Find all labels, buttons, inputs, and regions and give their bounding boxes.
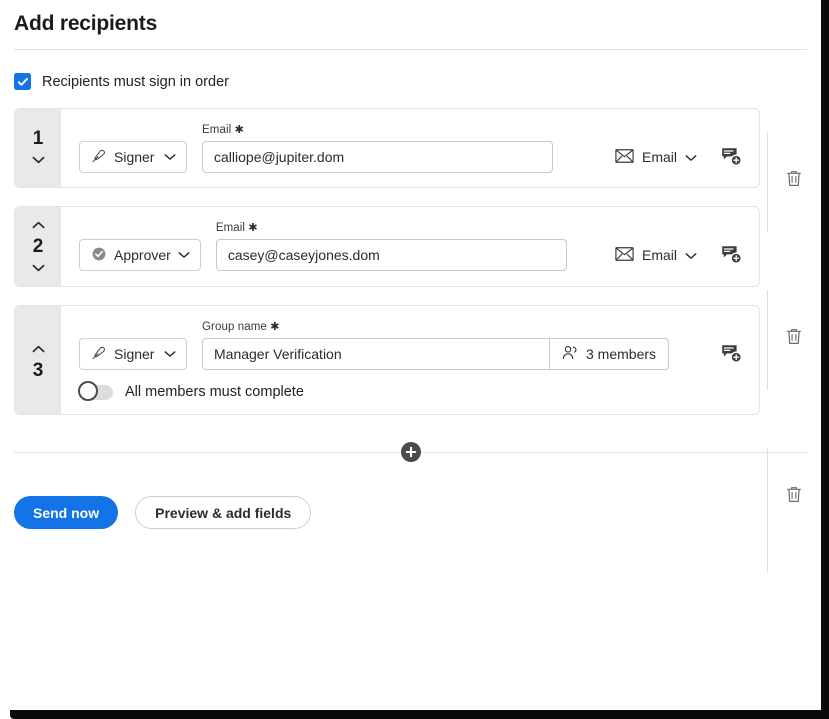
required-asterisk: ✱ bbox=[248, 222, 257, 234]
add-message-icon[interactable] bbox=[717, 340, 745, 368]
all-members-toggle-row[interactable]: All members must complete bbox=[79, 384, 759, 400]
recipient-body: Signer Email ✱ bbox=[61, 109, 759, 187]
role-dropdown[interactable]: Approver bbox=[79, 239, 201, 271]
email-field-group: Email ✱ casey@caseyjones.dom bbox=[216, 221, 567, 271]
email-field-group: Email ✱ calliope@jupiter.dom bbox=[202, 123, 553, 173]
recipient-row: 3 Signer bbox=[14, 305, 760, 415]
toggle-knob bbox=[78, 381, 98, 401]
sign-in-order-row[interactable]: Recipients must sign in order bbox=[14, 73, 821, 90]
members-count-label: 3 members bbox=[586, 346, 656, 362]
delivery-method-label: Email bbox=[642, 149, 677, 165]
delivery-method-dropdown[interactable]: Email bbox=[611, 243, 701, 268]
delete-recipient-button[interactable] bbox=[779, 321, 809, 351]
check-circle-icon bbox=[91, 246, 107, 265]
order-number: 1 bbox=[33, 129, 44, 148]
role-label: Signer bbox=[114, 346, 154, 362]
window-edge-right bbox=[821, 0, 829, 719]
delete-recipient-button[interactable] bbox=[779, 479, 809, 509]
recipient-body: Signer Group name ✱ bbox=[61, 306, 759, 414]
move-down-button[interactable] bbox=[28, 152, 48, 168]
chevron-down-icon bbox=[164, 350, 176, 358]
envelope-icon bbox=[615, 247, 634, 264]
envelope-icon bbox=[615, 149, 634, 166]
order-column: 2 bbox=[15, 207, 61, 286]
order-number: 2 bbox=[33, 237, 44, 256]
add-recipient-divider bbox=[14, 441, 807, 463]
all-members-toggle[interactable] bbox=[79, 385, 113, 400]
recipient-row: 2 bbox=[14, 206, 760, 287]
recipient-actions bbox=[705, 338, 759, 370]
email-field-label: Email ✱ bbox=[202, 123, 553, 136]
action-separator bbox=[767, 132, 768, 232]
recipient-main-row: Approver Email ✱ bbox=[61, 221, 759, 271]
chevron-down-icon bbox=[685, 149, 697, 165]
order-number: 3 bbox=[33, 361, 44, 380]
add-message-icon[interactable] bbox=[717, 241, 745, 269]
email-label-text: Email bbox=[202, 124, 231, 136]
recipient-body: Approver Email ✱ bbox=[61, 207, 759, 286]
action-separator bbox=[767, 290, 768, 390]
order-column: 1 bbox=[15, 109, 61, 187]
order-column: 3 bbox=[15, 306, 61, 414]
sign-in-order-label: Recipients must sign in order bbox=[42, 74, 229, 90]
email-input[interactable]: casey@caseyjones.dom bbox=[216, 239, 567, 271]
all-members-toggle-label: All members must complete bbox=[125, 384, 304, 400]
recipient-actions: Email bbox=[611, 141, 759, 173]
role-label: Approver bbox=[114, 247, 171, 263]
recipient-main-row: Signer Email ✱ bbox=[61, 123, 759, 173]
email-field-label: Email ✱ bbox=[216, 221, 567, 234]
chevron-down-icon bbox=[164, 153, 176, 161]
group-name-input[interactable]: Manager Verification bbox=[202, 338, 549, 370]
members-button[interactable]: 3 members bbox=[549, 338, 669, 370]
recipient-main-row: Signer Group name ✱ bbox=[61, 320, 759, 370]
sign-in-order-checkbox[interactable] bbox=[14, 73, 31, 90]
add-recipient-button[interactable] bbox=[401, 442, 421, 462]
delete-recipient-button[interactable] bbox=[779, 163, 809, 193]
footer-actions: Send now Preview & add fields bbox=[14, 496, 821, 529]
recipient-row: 1 bbox=[14, 108, 760, 188]
title-divider bbox=[14, 49, 807, 50]
recipient-list: 1 bbox=[0, 108, 821, 415]
chevron-down-icon bbox=[685, 247, 697, 263]
group-label-text: Group name bbox=[202, 321, 267, 333]
required-asterisk: ✱ bbox=[270, 321, 279, 333]
group-input-wrap: Manager Verification bbox=[202, 338, 669, 370]
pen-icon bbox=[91, 148, 107, 167]
move-down-button[interactable] bbox=[28, 260, 48, 276]
role-dropdown[interactable]: Signer bbox=[79, 141, 187, 173]
chevron-down-icon bbox=[178, 251, 190, 259]
email-input[interactable]: calliope@jupiter.dom bbox=[202, 141, 553, 173]
group-field-group: Group name ✱ Manager Verification bbox=[202, 320, 669, 370]
email-label-text: Email bbox=[216, 222, 245, 234]
add-recipients-window: Add recipients Recipients must sign in o… bbox=[0, 0, 829, 719]
group-name-label: Group name ✱ bbox=[202, 320, 669, 333]
add-message-icon[interactable] bbox=[717, 143, 745, 171]
page-content: Add recipients Recipients must sign in o… bbox=[0, 0, 821, 710]
recipient-actions: Email bbox=[611, 239, 759, 271]
role-dropdown[interactable]: Signer bbox=[79, 338, 187, 370]
action-separator bbox=[767, 448, 768, 573]
required-asterisk: ✱ bbox=[235, 124, 244, 136]
delivery-method-label: Email bbox=[642, 247, 677, 263]
role-label: Signer bbox=[114, 149, 154, 165]
preview-add-fields-button[interactable]: Preview & add fields bbox=[135, 496, 311, 529]
delivery-method-dropdown[interactable]: Email bbox=[611, 145, 701, 170]
window-edge-bottom bbox=[10, 710, 829, 719]
page-title: Add recipients bbox=[0, 0, 821, 36]
send-now-button[interactable]: Send now bbox=[14, 496, 118, 529]
pen-icon bbox=[91, 345, 107, 364]
move-up-button[interactable] bbox=[28, 341, 48, 357]
people-icon bbox=[562, 345, 579, 363]
move-up-button[interactable] bbox=[28, 217, 48, 233]
